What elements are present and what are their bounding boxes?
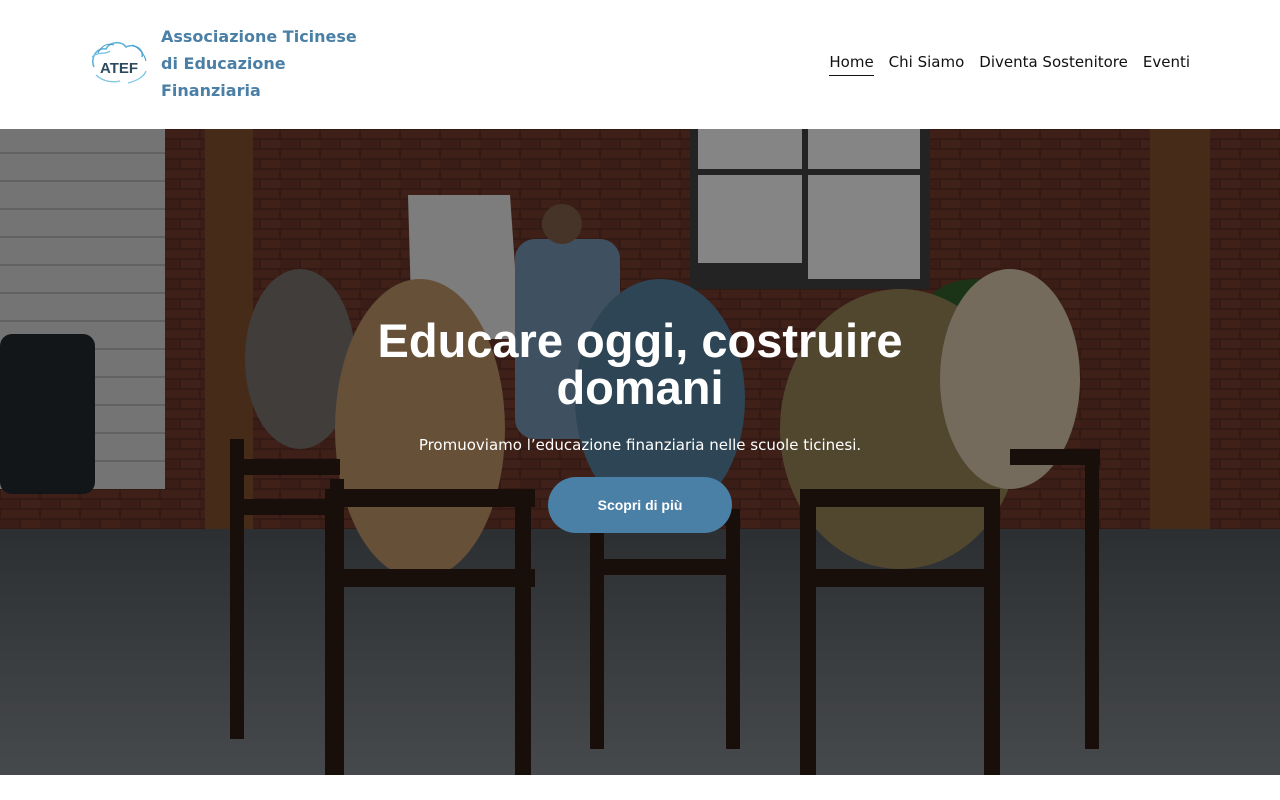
main-nav: Home Chi Siamo Diventa Sostenitore Event… bbox=[829, 52, 1190, 76]
atef-logo-icon: ATEF bbox=[91, 41, 147, 84]
page-continuation bbox=[0, 775, 1280, 800]
hero-subtitle: Promuoviamo l’educazione finanziaria nel… bbox=[418, 436, 862, 454]
site-header: ATEF Associazione Ticinese di Educazione… bbox=[0, 0, 1280, 129]
hero-title: Educare oggi, costruire domani bbox=[377, 314, 903, 414]
brand-home-link[interactable]: ATEF Associazione Ticinese di Educazione… bbox=[88, 22, 361, 104]
hero-section: Educare oggi, costruire domani Promuovia… bbox=[0, 129, 1280, 775]
svg-text:ATEF: ATEF bbox=[100, 60, 138, 77]
nav-chi-siamo[interactable]: Chi Siamo bbox=[889, 52, 965, 76]
nav-home[interactable]: Home bbox=[829, 52, 874, 76]
hero-content: Educare oggi, costruire domani Promuovia… bbox=[0, 129, 1280, 775]
nav-diventa-sostenitore[interactable]: Diventa Sostenitore bbox=[979, 52, 1128, 76]
scopri-di-piu-button[interactable]: Scopri di più bbox=[548, 477, 732, 533]
brand-name[interactable]: Associazione Ticinese di Educazione Fina… bbox=[161, 23, 361, 104]
nav-eventi[interactable]: Eventi bbox=[1143, 52, 1190, 76]
